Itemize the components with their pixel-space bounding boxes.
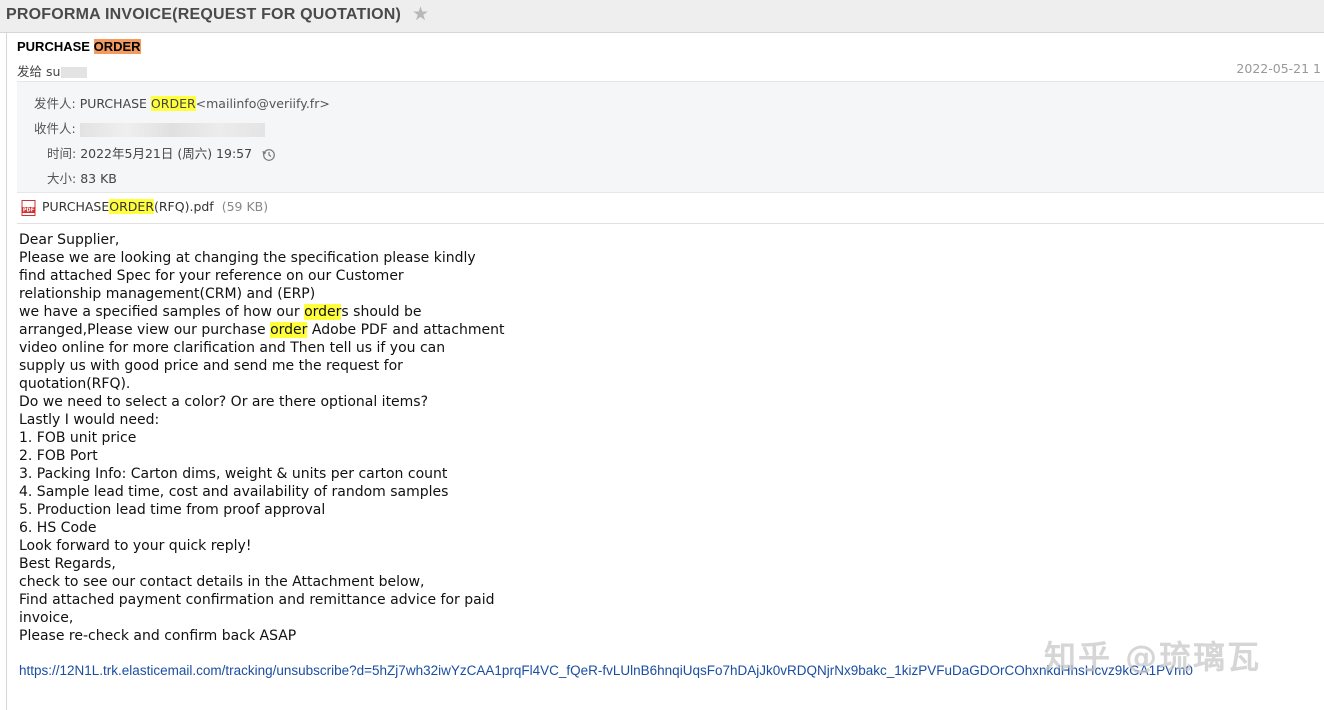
body-line: check to see our contact details in the … [19, 574, 425, 590]
body-line: 3. Packing Info: Carton dims, weight & u… [19, 466, 448, 482]
body-line: 5. Production lead time from proof appro… [19, 502, 326, 518]
subject-text: PURCHASE [17, 39, 94, 54]
from-row: 发件人: PURCHASE ORDER<mailinfo@veriify.fr> [34, 93, 330, 112]
history-clock-icon[interactable] [262, 148, 276, 162]
from-address[interactable]: <mailinfo@veriify.fr> [196, 96, 330, 111]
size-row: 大小: 83 KB [47, 168, 117, 187]
body-line: Please we are looking at changing the sp… [19, 250, 476, 266]
body-line: arranged,Please view our purchase order … [19, 321, 504, 339]
attachment-name[interactable]: PURCHASE [42, 199, 109, 214]
body-line: we have a specified samples of how our o… [19, 303, 504, 321]
body-line: Do we need to select a color? Or are the… [19, 394, 429, 410]
body-line: relationship management(CRM) and (ERP) [19, 286, 316, 302]
body-line: invoice, [19, 610, 74, 626]
divider [17, 223, 1324, 224]
to-row: 收件人: [34, 118, 265, 137]
time-label: 时间: [47, 146, 81, 161]
send-to-line: 发给 su [17, 61, 88, 80]
body-line: 2. FOB Port [19, 448, 98, 464]
time-row: 时间: 2022年5月21日 (周六) 19:57 [47, 143, 276, 162]
pdf-file-icon: PDF [21, 199, 37, 216]
body-line: 1. FOB unit price [19, 430, 137, 446]
to-label: 收件人: [34, 121, 80, 136]
body-text: arranged,Please view our purchase [19, 322, 271, 338]
body-line: Look forward to your quick reply! [19, 538, 252, 554]
email-header-details: 发件人: PURCHASE ORDER<mailinfo@veriify.fr>… [17, 81, 1324, 193]
attachment-name-highlight[interactable]: ORDER [109, 199, 154, 214]
title-bar: PROFORMA INVOICE(REQUEST FOR QUOTATION) … [0, 0, 1324, 33]
send-to-label: 发给 su [17, 64, 61, 79]
attachment-size: (59 KB) [221, 199, 269, 214]
body-line: 6. HS Code [19, 520, 97, 536]
svg-text:PDF: PDF [23, 207, 34, 213]
tracking-link[interactable]: https://12N1L.trk.elasticemail.com/track… [19, 663, 1193, 678]
from-name[interactable]: PURCHASE [80, 96, 151, 111]
attachment-name-ext[interactable]: (RFQ).pdf [154, 199, 214, 214]
body-line: video online for more clarification and … [19, 340, 446, 356]
redacted-name [61, 67, 88, 78]
body-line: Lastly I would need: [19, 412, 160, 428]
email-view: PURCHASE ORDER 发给 su 2022-05-21 1 发件人: P… [6, 33, 1324, 710]
body-line: quotation(RFQ). [19, 376, 131, 392]
window-title: PROFORMA INVOICE(REQUEST FOR QUOTATION) [6, 6, 402, 23]
email-subject: PURCHASE ORDER [17, 39, 141, 54]
from-label: 发件人: [34, 96, 80, 111]
body-line: supply us with good price and send me th… [19, 358, 403, 374]
watermark: 知乎 @琉璃瓦 [1044, 638, 1262, 676]
body-text: s should be [341, 304, 422, 320]
attachment-item[interactable]: PDF PURCHASEORDER(RFQ).pdf (59 KB) [21, 199, 268, 216]
body-text: we have a specified samples of how our [19, 304, 305, 320]
email-body: Dear Supplier, Please we are looking at … [19, 231, 504, 645]
body-line: Find attached payment confirmation and r… [19, 592, 495, 608]
time-value: 2022年5月21日 (周六) 19:57 [80, 146, 253, 161]
body-line: find attached Spec for your reference on… [19, 268, 404, 284]
body-text: Adobe PDF and attachment [307, 322, 505, 338]
search-highlight: order [304, 304, 342, 320]
search-highlight: order [270, 322, 308, 338]
from-name-highlight[interactable]: ORDER [150, 96, 196, 111]
body-line: 4. Sample lead time, cost and availabili… [19, 484, 449, 500]
star-icon[interactable]: ★ [412, 3, 429, 25]
body-line: Please re-check and confirm back ASAP [19, 628, 297, 644]
size-label: 大小: [47, 171, 81, 186]
body-line: Dear Supplier, [19, 232, 120, 248]
subject-highlight: ORDER [93, 39, 141, 54]
email-date: 2022-05-21 1 [1236, 61, 1321, 76]
redacted-recipients [79, 122, 265, 137]
size-value: 83 KB [80, 171, 117, 186]
body-line: Best Regards, [19, 556, 116, 572]
